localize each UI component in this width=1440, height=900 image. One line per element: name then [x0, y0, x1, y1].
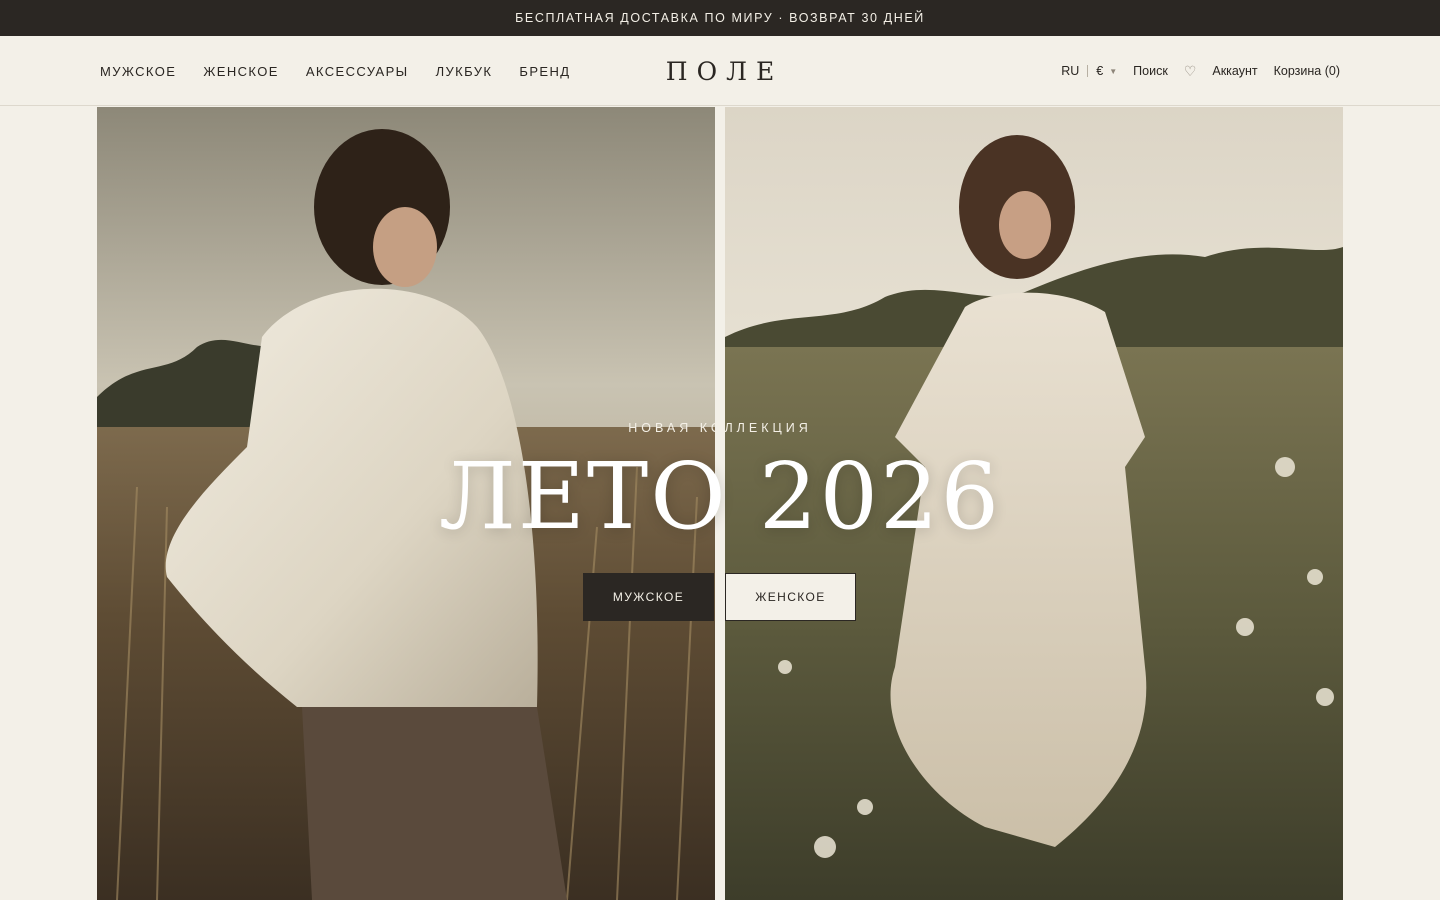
nav-item-lookbook[interactable]: ЛУКБУК: [436, 64, 493, 79]
announcement-text: БЕСПЛАТНАЯ ДОСТАВКА ПО МИРУ · ВОЗВРАТ 30…: [515, 11, 925, 25]
chevron-down-icon: ▼: [1109, 66, 1118, 76]
hero-section: НОВАЯ КОЛЛЕКЦИЯ ЛЕТО 2026 МУЖСКОЕ ЖЕНСКО…: [0, 107, 1440, 900]
nav-item-women[interactable]: ЖЕНСКОЕ: [203, 64, 278, 79]
shop-women-button[interactable]: ЖЕНСКОЕ: [725, 573, 856, 621]
cart-link[interactable]: Корзина (0): [1274, 64, 1340, 78]
shop-men-button[interactable]: МУЖСКОЕ: [583, 573, 714, 621]
nav-item-accessories[interactable]: АКСЕССУАРЫ: [306, 64, 409, 79]
site-logo[interactable]: ПОЛЕ: [620, 36, 820, 106]
site-header: МУЖСКОЕ ЖЕНСКОЕ АКСЕССУАРЫ ЛУКБУК БРЕНД …: [0, 36, 1440, 106]
main-nav: МУЖСКОЕ ЖЕНСКОЕ АКСЕССУАРЫ ЛУКБУК БРЕНД: [100, 36, 570, 106]
nav-item-men[interactable]: МУЖСКОЕ: [100, 64, 176, 79]
account-link[interactable]: Аккаунт: [1212, 64, 1257, 78]
divider: [1087, 65, 1089, 77]
nav-item-brand[interactable]: БРЕНД: [519, 64, 570, 79]
announcement-bar: БЕСПЛАТНАЯ ДОСТАВКА ПО МИРУ · ВОЗВРАТ 30…: [0, 0, 1440, 36]
hero-image-women[interactable]: [725, 107, 1343, 900]
header-utilities: RU € ▼ Поиск ♡ Аккаунт Корзина (0): [1061, 36, 1340, 106]
heart-icon[interactable]: ♡: [1184, 63, 1197, 80]
hero-image-men[interactable]: [97, 107, 715, 900]
language-selector[interactable]: RU: [1061, 64, 1079, 78]
men-photo-illustration: [97, 107, 715, 900]
women-photo-illustration: [725, 107, 1343, 900]
currency-selector[interactable]: € ▼: [1096, 64, 1117, 78]
currency-label: €: [1096, 64, 1104, 78]
search-link[interactable]: Поиск: [1133, 64, 1168, 78]
